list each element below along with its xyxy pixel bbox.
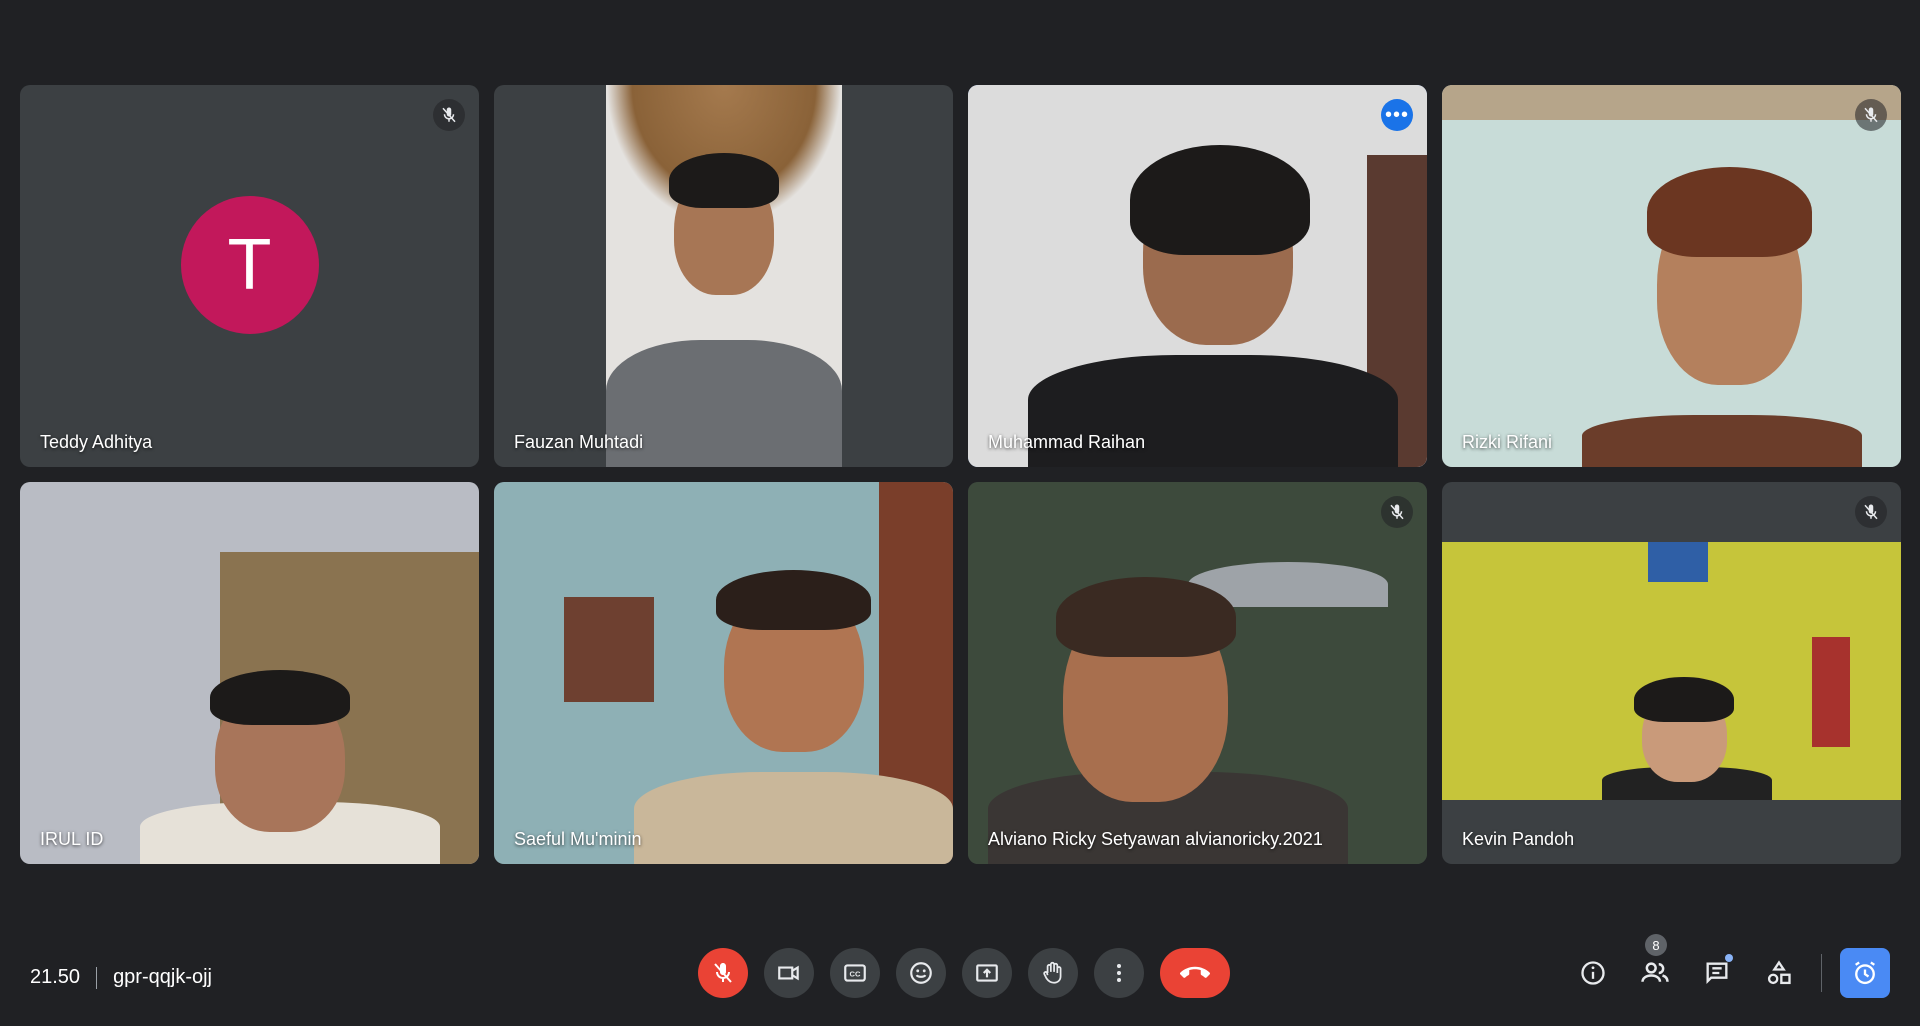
- participant-tile-kevin[interactable]: Kevin Pandoh: [1442, 482, 1901, 864]
- participant-name: Kevin Pandoh: [1462, 829, 1575, 849]
- participant-tile-irul[interactable]: IRUL ID: [20, 482, 479, 864]
- meeting-code: gpr-qqjk-ojj: [113, 966, 212, 988]
- divider: [1821, 954, 1822, 992]
- emoji-button[interactable]: [896, 948, 946, 998]
- video-feed: [494, 85, 953, 467]
- participant-tile-rizki[interactable]: Rizki Rifani: [1442, 85, 1901, 467]
- hand-icon: [1043, 961, 1062, 984]
- notification-dot: [1725, 954, 1733, 962]
- people-button[interactable]: 8: [1631, 934, 1679, 998]
- present-screen-icon: [976, 964, 998, 982]
- participant-name: Saeful Mu'minin: [514, 829, 642, 849]
- mic-off-icon: [714, 963, 732, 983]
- video-feed: [1442, 482, 1901, 864]
- participant-name: Alviano Ricky Setyawan alvianoricky.2021: [988, 829, 1323, 849]
- participant-tile-teddy[interactable]: T Teddy Adhitya: [20, 85, 479, 467]
- mic-off-icon: [1855, 99, 1887, 131]
- video-feed: [968, 482, 1427, 864]
- emoji-icon: [910, 962, 932, 984]
- people-icon: [1641, 962, 1669, 982]
- video-feed: [20, 482, 479, 864]
- info-icon: [1581, 961, 1605, 985]
- raise-hand-button[interactable]: [1028, 948, 1078, 998]
- participant-tile-alviano[interactable]: Alviano Ricky Setyawan alvianoricky.2021: [968, 482, 1427, 864]
- participant-name: Rizki Rifani: [1462, 432, 1553, 452]
- alarm-clock-icon: [1855, 961, 1875, 985]
- mic-off-icon: [433, 99, 465, 131]
- video-feed: [968, 85, 1427, 467]
- meeting-time: 21.50: [30, 966, 81, 988]
- captions-button[interactable]: CC: [830, 948, 880, 998]
- avatar: T: [180, 195, 319, 334]
- side-controls: 8: [1569, 934, 1890, 998]
- participant-name: Teddy Adhitya: [40, 432, 153, 452]
- people-count-badge: 8: [1645, 934, 1667, 956]
- camera-toggle-button[interactable]: [764, 948, 814, 998]
- meeting-details-button[interactable]: [1569, 948, 1617, 998]
- participant-name: Fauzan Muhtadi: [514, 432, 644, 452]
- video-feed: [1442, 85, 1901, 467]
- activities-button[interactable]: [1755, 948, 1803, 998]
- present-button[interactable]: [962, 948, 1012, 998]
- participant-name: IRUL ID: [40, 829, 104, 849]
- leave-call-button[interactable]: [1160, 948, 1230, 998]
- chat-button[interactable]: [1693, 948, 1741, 998]
- participant-grid: T Teddy Adhitya Fauzan Muhtadi ••• Muham…: [20, 85, 1901, 865]
- svg-text:CC: CC: [850, 969, 861, 978]
- timer-button[interactable]: [1840, 948, 1890, 998]
- participant-tile-saeful[interactable]: Saeful Mu'minin: [494, 482, 953, 864]
- call-controls-bar: 21.50 gpr-qqjk-ojj CC 8: [0, 934, 1920, 1026]
- more-options-button[interactable]: [1094, 948, 1144, 998]
- video-feed: [494, 482, 953, 864]
- more-vert-icon: [1117, 964, 1121, 982]
- participant-name: Muhammad Raihan: [988, 432, 1146, 452]
- mic-toggle-button[interactable]: [698, 948, 748, 998]
- activities-icon: [1767, 960, 1791, 985]
- more-options-icon[interactable]: •••: [1381, 99, 1413, 131]
- captions-icon: CC: [844, 964, 866, 982]
- hang-up-icon: [1180, 966, 1210, 978]
- chat-icon: [1706, 962, 1728, 984]
- meeting-info: 21.50 gpr-qqjk-ojj: [30, 966, 212, 989]
- mic-off-icon: [1381, 496, 1413, 528]
- mic-off-icon: [1855, 496, 1887, 528]
- participant-tile-fauzan[interactable]: Fauzan Muhtadi: [494, 85, 953, 467]
- main-controls: CC: [698, 948, 1230, 998]
- participant-tile-raihan[interactable]: ••• Muhammad Raihan: [968, 85, 1427, 467]
- camera-icon: [778, 965, 799, 981]
- divider: [96, 966, 98, 989]
